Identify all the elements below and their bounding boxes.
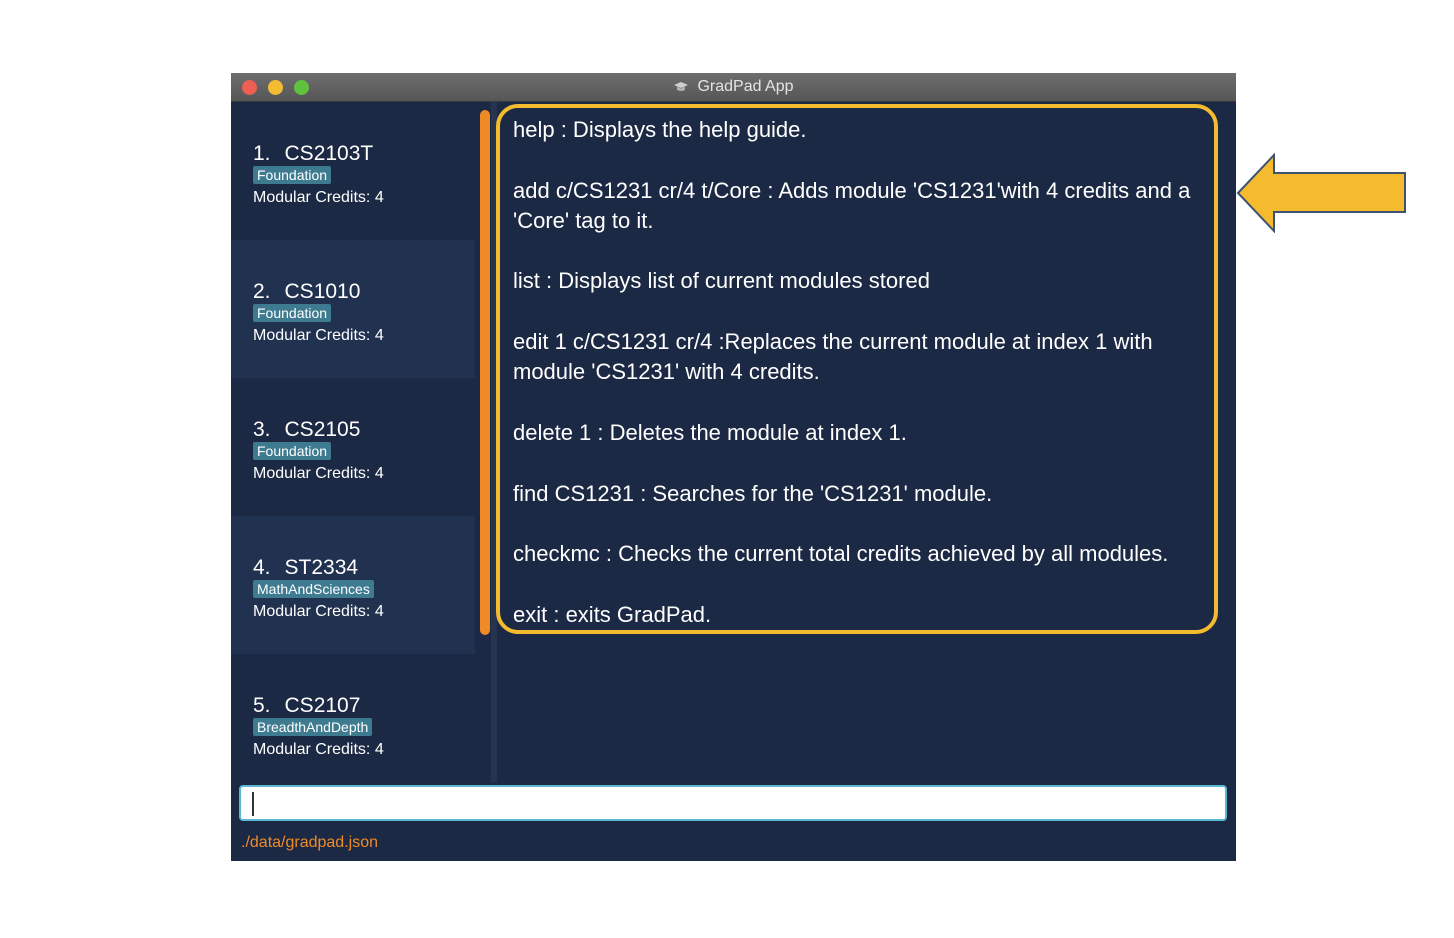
module-credits: Modular Credits: 4 [253, 465, 384, 482]
result-display: help : Displays the help guide. add c/CS… [496, 104, 1218, 634]
module-code: ST2334 [284, 556, 359, 579]
command-input[interactable] [239, 785, 1227, 821]
graduation-cap-icon [674, 82, 689, 91]
window-title: GradPad App [697, 78, 794, 95]
module-title: 4. ST2334 [253, 556, 358, 580]
module-code: CS2107 [284, 694, 361, 717]
window-title-wrap: GradPad App [231, 73, 1236, 101]
module-credits: Modular Credits: 4 [253, 327, 384, 344]
module-tag: Foundation [253, 442, 332, 460]
module-index: 3. [253, 418, 271, 441]
module-card[interactable]: 4. ST2334 MathAndSciences Modular Credits… [231, 516, 475, 654]
help-line: exit : exits GradPad. [513, 601, 712, 627]
module-title: 1. CS2103T [253, 142, 373, 166]
module-tag: BreadthAndDepth [253, 718, 373, 736]
module-code: CS2105 [284, 418, 361, 441]
help-line: delete 1 : Deletes the module at index 1… [513, 419, 907, 445]
module-title: 5. CS2107 [253, 694, 360, 718]
module-credits: Modular Credits: 4 [253, 189, 384, 206]
module-title: 3. CS2105 [253, 418, 360, 442]
title-bar[interactable]: GradPad App [231, 73, 1236, 102]
module-tag: Foundation [253, 166, 332, 184]
module-index: 4. [253, 556, 271, 579]
module-tag: Foundation [253, 304, 332, 322]
help-line: add c/CS1231 cr/4 t/Core : Adds module '… [513, 177, 1191, 233]
module-tag: MathAndSciences [253, 580, 374, 598]
help-line: list : Displays list of current modules … [513, 268, 930, 294]
help-line: find CS1231 : Searches for the 'CS1231' … [513, 480, 993, 506]
module-card[interactable]: 1. CS2103T Foundation Modular Credits: 4 [231, 102, 475, 240]
module-credits: Modular Credits: 4 [253, 603, 384, 620]
module-card[interactable]: 3. CS2105 Foundation Modular Credits: 4 [231, 378, 475, 516]
module-index: 1. [253, 142, 271, 165]
module-credits: Modular Credits: 4 [253, 741, 384, 758]
module-list[interactable]: 1. CS2103T Foundation Modular Credits: 4 … [231, 102, 475, 782]
result-scrollbar[interactable] [480, 110, 490, 635]
arrow-left-icon [1236, 153, 1406, 233]
module-index: 2. [253, 280, 271, 303]
help-line: edit 1 c/CS1231 cr/4 :Replaces the curre… [513, 329, 1153, 385]
status-bar-path: ./data/gradpad.json [241, 834, 378, 851]
help-line: checkmc : Checks the current total credi… [513, 541, 1169, 567]
text-cursor [252, 792, 254, 816]
module-index: 5. [253, 694, 271, 717]
module-title: 2. CS1010 [253, 280, 360, 304]
module-card[interactable]: 5. CS2107 BreadthAndDepth Modular Credits… [231, 654, 475, 782]
module-code: CS2103T [284, 142, 374, 165]
help-line: help : Displays the help guide. [513, 117, 807, 142]
module-code: CS1010 [284, 280, 361, 303]
module-card[interactable]: 2. CS1010 Foundation Modular Credits: 4 [231, 240, 475, 378]
app-window: GradPad App 1. CS2103T Foundation Modular… [231, 73, 1236, 861]
